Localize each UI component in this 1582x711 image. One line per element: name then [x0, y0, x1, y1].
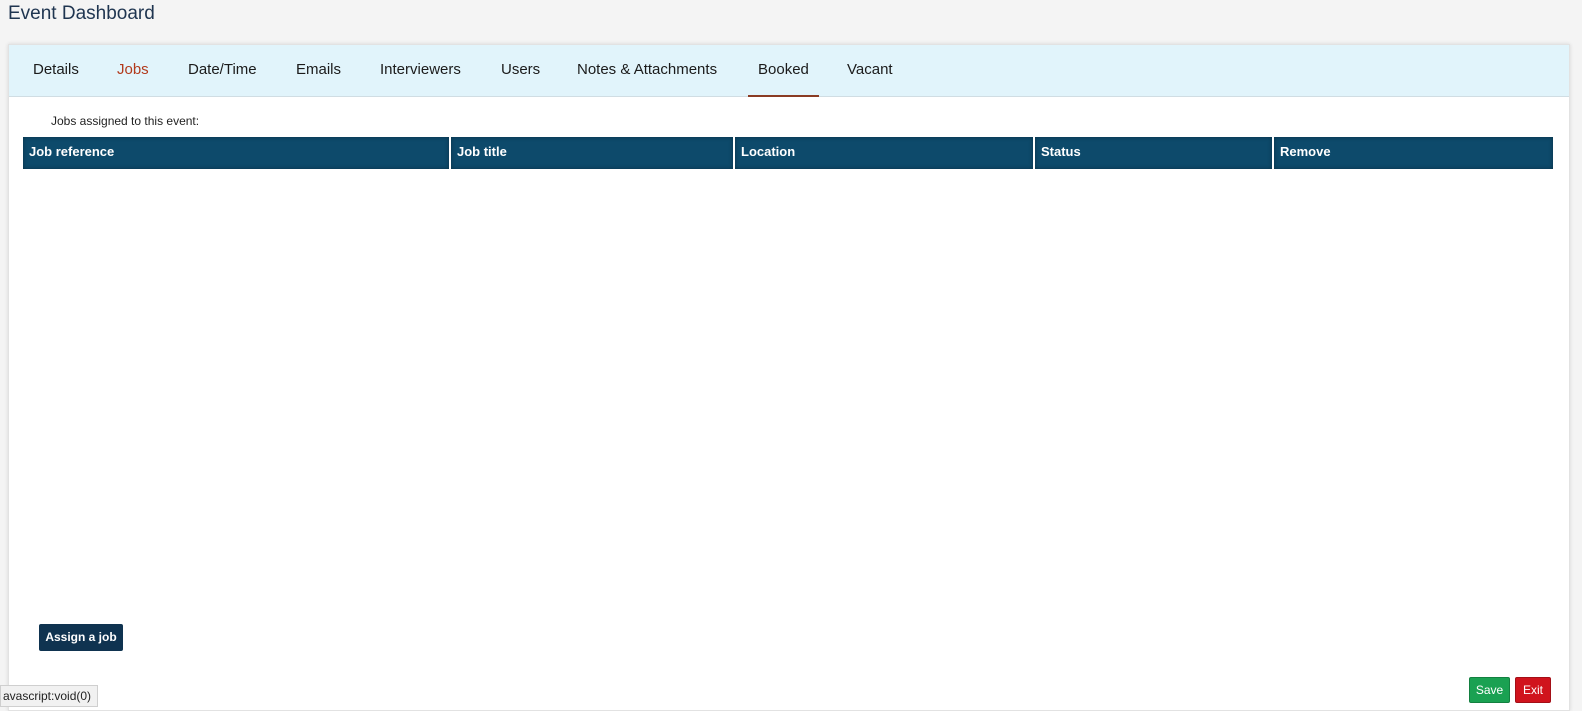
- save-button[interactable]: Save: [1469, 677, 1510, 703]
- tab-vacant[interactable]: Vacant: [847, 45, 893, 97]
- column-header-remove[interactable]: Remove: [1274, 137, 1553, 169]
- jobs-table-header: Job reference Job title Location Status …: [23, 137, 1553, 169]
- tab-jobs[interactable]: Jobs: [117, 45, 149, 97]
- column-header-job-reference[interactable]: Job reference: [23, 137, 451, 169]
- tab-date-time[interactable]: Date/Time: [188, 45, 257, 97]
- tab-interviewers[interactable]: Interviewers: [380, 45, 461, 97]
- column-header-location[interactable]: Location: [735, 137, 1035, 169]
- tab-booked[interactable]: Booked: [748, 45, 819, 97]
- browser-status-bar: avascript:void(0): [0, 685, 99, 707]
- column-header-job-title[interactable]: Job title: [451, 137, 735, 169]
- tab-users[interactable]: Users: [501, 45, 540, 97]
- tab-details[interactable]: Details: [33, 45, 79, 97]
- page-title: Event Dashboard: [8, 3, 155, 24]
- tab-notes-attachments[interactable]: Notes & Attachments: [577, 45, 717, 97]
- tab-emails[interactable]: Emails: [296, 45, 341, 97]
- event-panel: Details Jobs Date/Time Emails Interviewe…: [8, 44, 1570, 711]
- jobs-caption: Jobs assigned to this event:: [51, 114, 200, 128]
- exit-button[interactable]: Exit: [1515, 677, 1551, 703]
- assign-job-button[interactable]: Assign a job: [39, 624, 123, 651]
- tab-bar: Details Jobs Date/Time Emails Interviewe…: [9, 45, 1569, 97]
- column-header-status[interactable]: Status: [1035, 137, 1274, 169]
